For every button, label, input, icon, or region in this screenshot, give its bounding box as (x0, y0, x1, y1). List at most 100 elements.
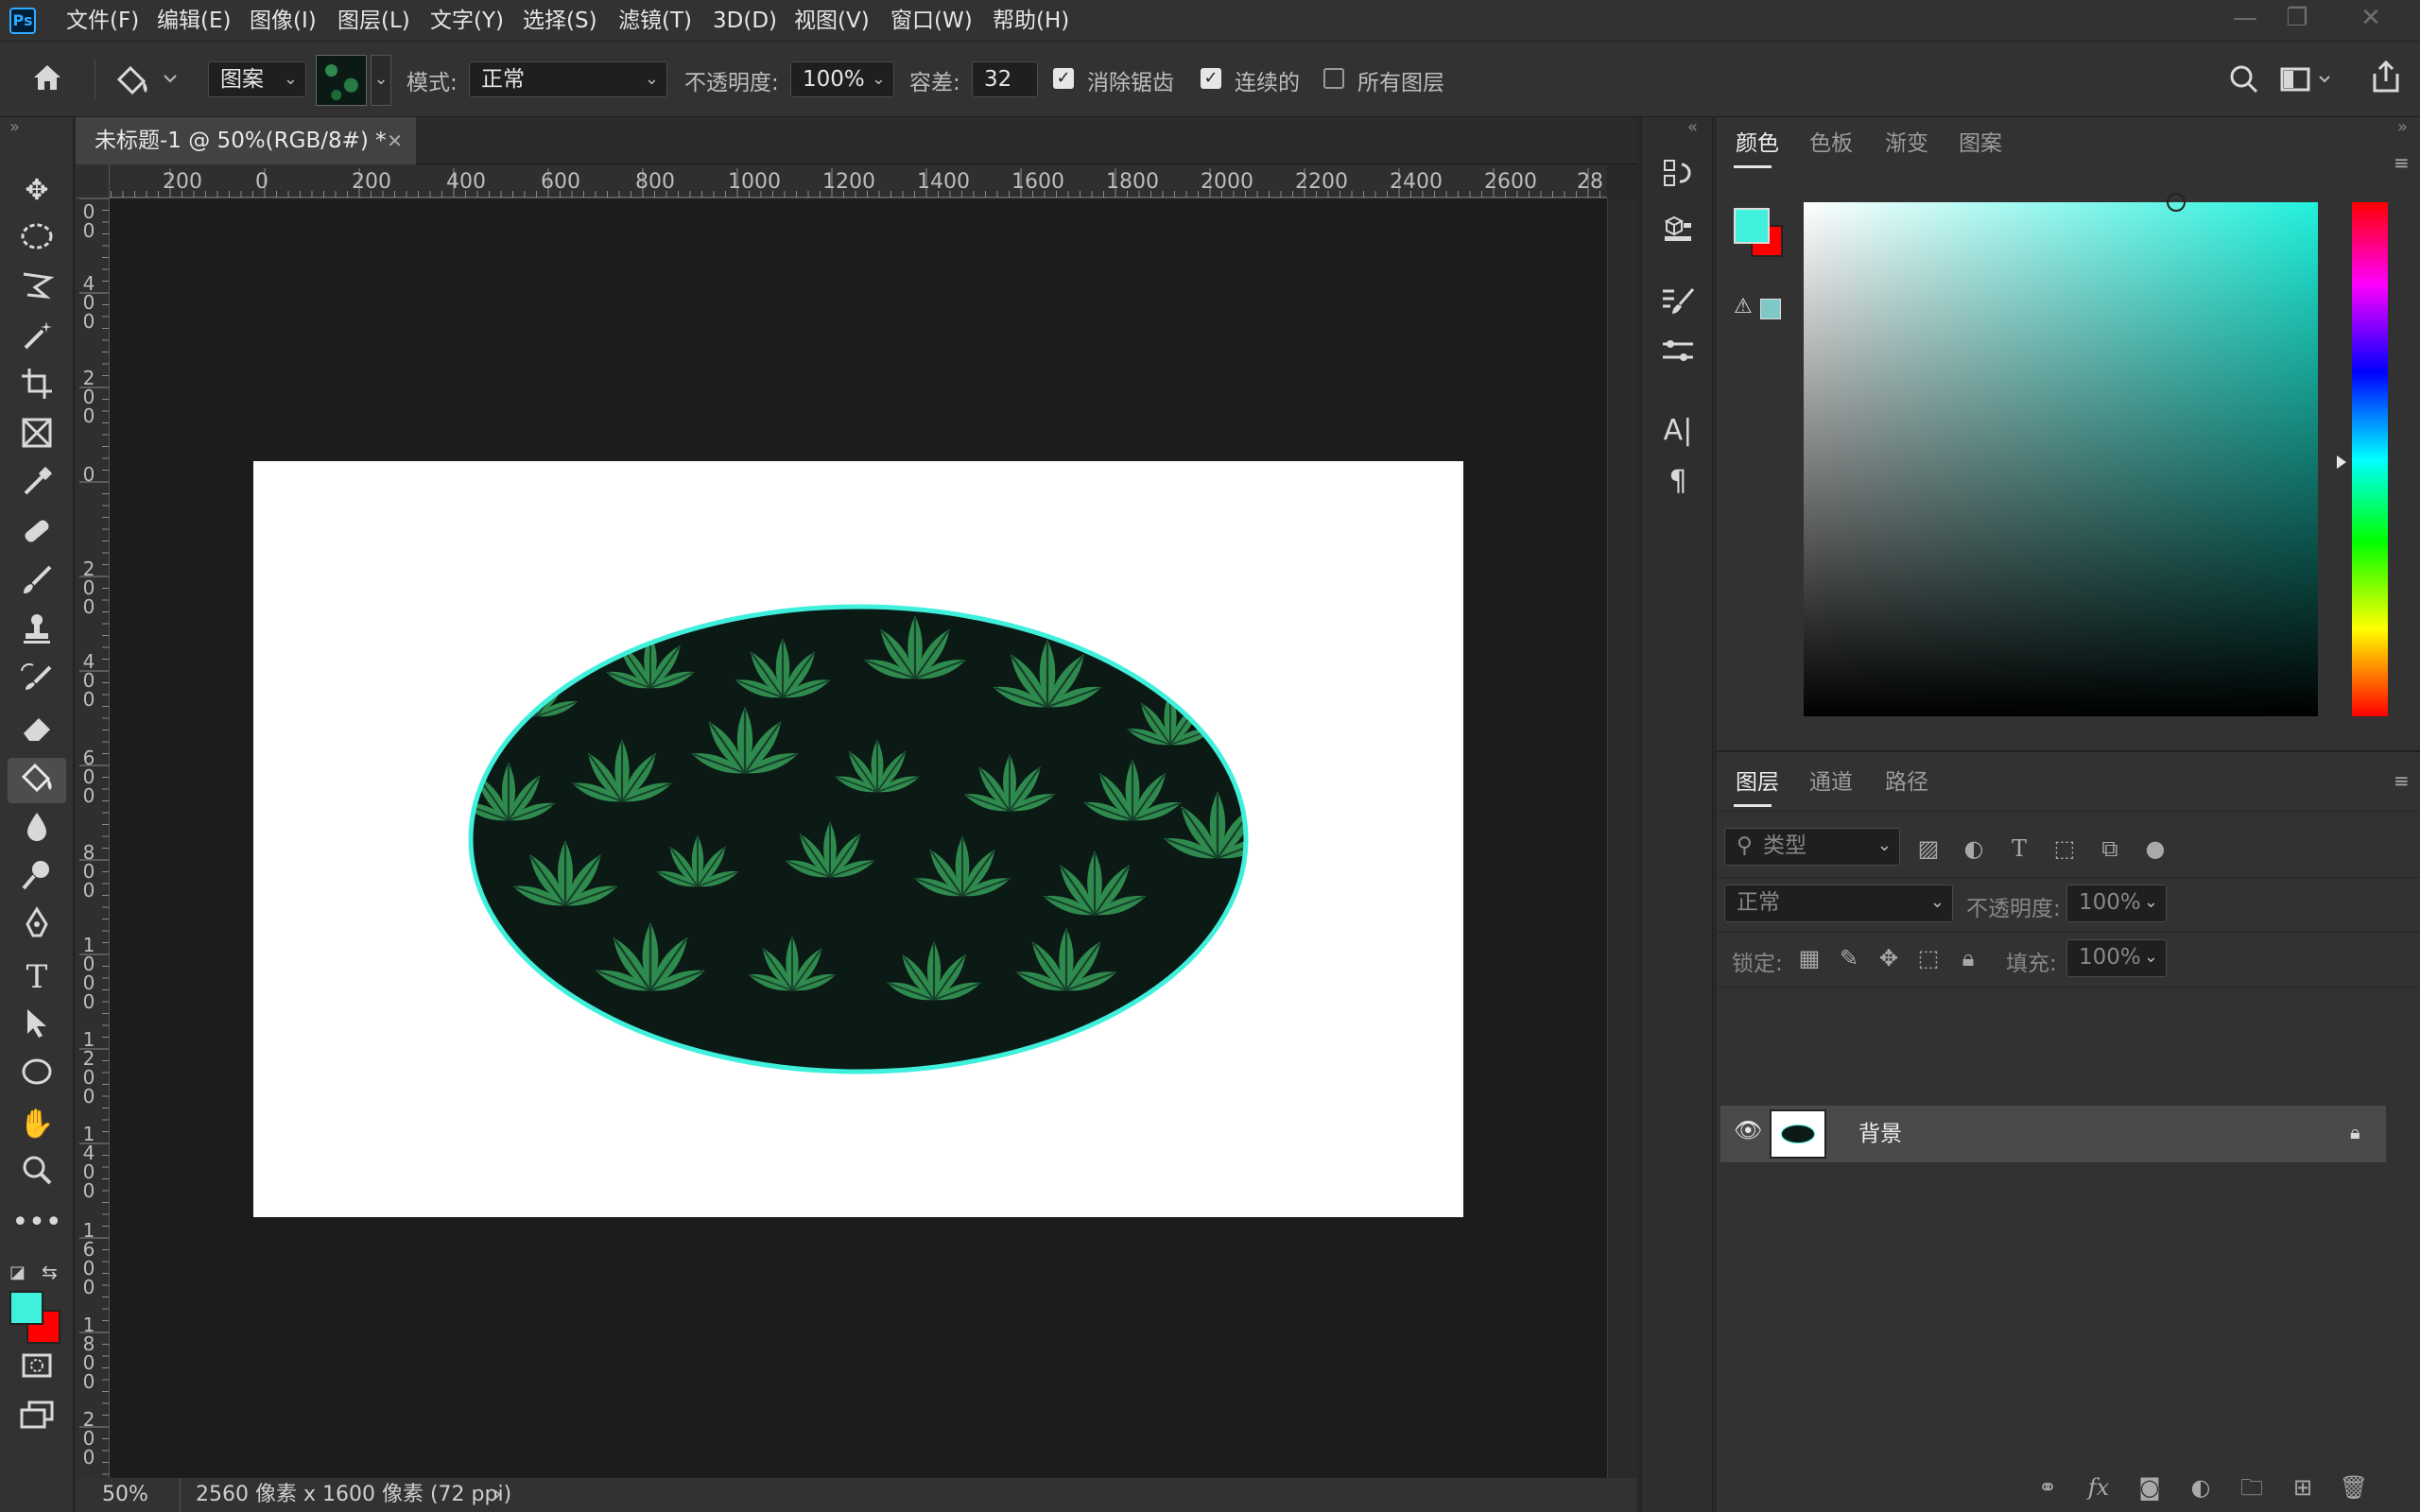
lock-position-icon[interactable]: ✥ (1872, 941, 1906, 975)
ruler-origin[interactable] (76, 164, 110, 198)
swap-colors-icon[interactable]: ⇆ (42, 1261, 58, 1283)
frame-icon[interactable] (8, 414, 66, 459)
workspace-icon[interactable] (2278, 60, 2335, 98)
elliptical-marquee-icon[interactable] (8, 217, 66, 263)
color-panel-foreground-swatch[interactable] (1734, 208, 1770, 244)
status-menu-chevron-icon[interactable]: › (493, 1478, 502, 1512)
menu-type[interactable]: 文字(Y) (430, 0, 504, 42)
blur-icon[interactable] (8, 807, 66, 852)
tab-channels[interactable]: 通道 (1809, 756, 1853, 809)
tab-paths[interactable]: 路径 (1885, 756, 1928, 809)
path-selection-icon[interactable] (8, 1004, 66, 1049)
crop-icon[interactable] (8, 365, 66, 410)
paragraph-panel-icon[interactable]: ¶ (1651, 457, 1704, 507)
visibility-eye-icon[interactable]: 👁︎ (1734, 1117, 1762, 1143)
lock-image-icon[interactable]: ✎ (1832, 941, 1866, 975)
hand-icon[interactable]: ✋ (8, 1102, 66, 1147)
layer-name[interactable]: 背景 (1858, 1106, 1902, 1162)
screen-mode-icon[interactable] (8, 1395, 66, 1440)
hue-slider-handle[interactable] (2337, 455, 2346, 469)
magic-wand-icon[interactable] (8, 316, 66, 361)
tab-layers[interactable]: 图层 (1736, 756, 1779, 809)
ellipse-icon[interactable] (8, 1053, 66, 1098)
all-layers-checkbox[interactable] (1323, 68, 1344, 89)
history-brush-icon[interactable] (8, 660, 66, 705)
brush-settings-icon[interactable] (1651, 284, 1704, 333)
vertical-ruler[interactable]: 0 0 4 0 0 2 0 0 0 2 0 0 4 0 0 6 0 0 8 0 … (76, 198, 110, 1478)
minimize-icon[interactable]: — (2217, 0, 2273, 36)
opacity-input[interactable]: 100% ⌄ (790, 61, 894, 97)
menu-select[interactable]: 选择(S) (523, 0, 597, 42)
type-icon[interactable]: T (8, 954, 66, 1000)
dodge-icon[interactable] (8, 856, 66, 902)
menu-file[interactable]: 文件(F) (66, 0, 139, 42)
new-layer-icon[interactable]: ⊞ (2284, 1470, 2322, 1504)
menu-filter[interactable]: 滤镜(T) (618, 0, 692, 42)
pattern-swatch[interactable] (316, 55, 367, 106)
brush-icon[interactable] (8, 561, 66, 607)
close-tab-icon[interactable]: ✕ (387, 117, 403, 164)
gamut-color-swatch[interactable] (1760, 299, 1781, 319)
filter-toggle-icon[interactable]: ● (2138, 832, 2172, 866)
color-spectrum-field[interactable] (1804, 202, 2318, 716)
share-icon[interactable] (2367, 59, 2405, 96)
pattern-picker-chevron-icon[interactable]: ⌄ (371, 55, 391, 106)
expand-panels-icon[interactable]: « (1687, 117, 1698, 137)
menu-view[interactable]: 视图(V) (794, 0, 870, 42)
document-canvas[interactable] (253, 461, 1463, 1217)
quick-mask-icon[interactable] (8, 1346, 66, 1391)
history-panel-icon[interactable] (1651, 155, 1704, 204)
character-panel-icon[interactable]: A| (1651, 406, 1704, 455)
more-tools-icon[interactable]: ••• (8, 1200, 66, 1246)
antialias-checkbox[interactable]: ✓ (1053, 68, 1074, 89)
adjustments-icon[interactable] (1651, 333, 1704, 382)
collapse-right-panel-icon[interactable]: » (2397, 117, 2408, 137)
layer-fill-input[interactable]: 100% ⌄ (2066, 939, 2167, 977)
menu-window[interactable]: 窗口(W) (890, 0, 973, 42)
fill-source-dropdown[interactable]: 图案 ⌄ (208, 61, 306, 97)
filter-adjustment-icon[interactable]: ◐ (1957, 832, 1991, 866)
close-window-icon[interactable]: ✕ (2342, 0, 2399, 36)
menu-help[interactable]: 帮助(H) (993, 0, 1069, 42)
blend-mode-dropdown[interactable]: 正常 ⌄ (1724, 885, 1953, 922)
gamut-warning-icon[interactable]: ⚠ (1734, 295, 1753, 318)
add-mask-icon[interactable]: ◙ (2131, 1470, 2169, 1504)
lock-artboard-icon[interactable]: ⬚ (1911, 941, 1945, 975)
move-tool-icon[interactable]: ✥ (8, 168, 66, 214)
eyedropper-icon[interactable] (8, 463, 66, 508)
tab-gradients[interactable]: 渐变 (1885, 117, 1928, 170)
polygonal-lasso-icon[interactable] (8, 266, 66, 312)
tab-patterns[interactable]: 图案 (1959, 117, 2002, 170)
filter-shape-icon[interactable]: ⬚ (2048, 832, 2082, 866)
healing-brush-icon[interactable] (8, 512, 66, 558)
default-colors-icon[interactable]: ◪ (9, 1263, 26, 1282)
filter-type-icon[interactable]: T (2002, 832, 2036, 866)
zoom-level[interactable]: 50% (102, 1478, 148, 1512)
layer-row[interactable]: 👁︎ 背景 🔒︎ (1720, 1106, 2386, 1162)
layer-lock-icon[interactable]: 🔒︎ (2350, 1121, 2360, 1143)
zoom-icon[interactable] (8, 1151, 66, 1196)
collapse-toolbar-icon[interactable]: » (9, 117, 20, 137)
menu-edit[interactable]: 编辑(E) (157, 0, 231, 42)
document-tab[interactable]: 未标题-1 @ 50%(RGB/8#) * ✕ (76, 117, 416, 164)
layer-filter-dropdown[interactable]: ⚲ 类型 ⌄ (1724, 828, 1900, 866)
clone-stamp-icon[interactable] (8, 610, 66, 656)
tab-color[interactable]: 颜色 (1736, 117, 1779, 170)
3d-panel-icon[interactable] (1651, 210, 1704, 259)
delete-layer-icon[interactable]: 🗑︎ (2335, 1470, 2373, 1504)
search-icon[interactable] (2225, 60, 2263, 98)
panel-menu-icon[interactable]: ≡ (2394, 769, 2410, 792)
layer-opacity-input[interactable]: 100% ⌄ (2066, 885, 2167, 922)
horizontal-ruler[interactable]: 200 0 200 400 600 800 1000 1200 1400 160… (76, 164, 1607, 198)
filter-pixel-icon[interactable]: ▨ (1911, 832, 1945, 866)
lock-transparent-icon[interactable]: ▦ (1792, 941, 1826, 975)
mode-dropdown[interactable]: 正常 ⌄ (469, 61, 667, 97)
lock-all-icon[interactable]: 🔒︎ (1951, 941, 1985, 975)
restore-icon[interactable]: ❐ (2269, 0, 2325, 36)
menu-3d[interactable]: 3D(D) (713, 0, 777, 42)
pen-icon[interactable] (8, 905, 66, 951)
link-layers-icon[interactable]: ⚭ (2029, 1470, 2066, 1504)
hue-slider[interactable] (2352, 202, 2388, 716)
foreground-color-swatch[interactable] (9, 1291, 43, 1325)
contiguous-checkbox[interactable]: ✓ (1201, 68, 1221, 89)
